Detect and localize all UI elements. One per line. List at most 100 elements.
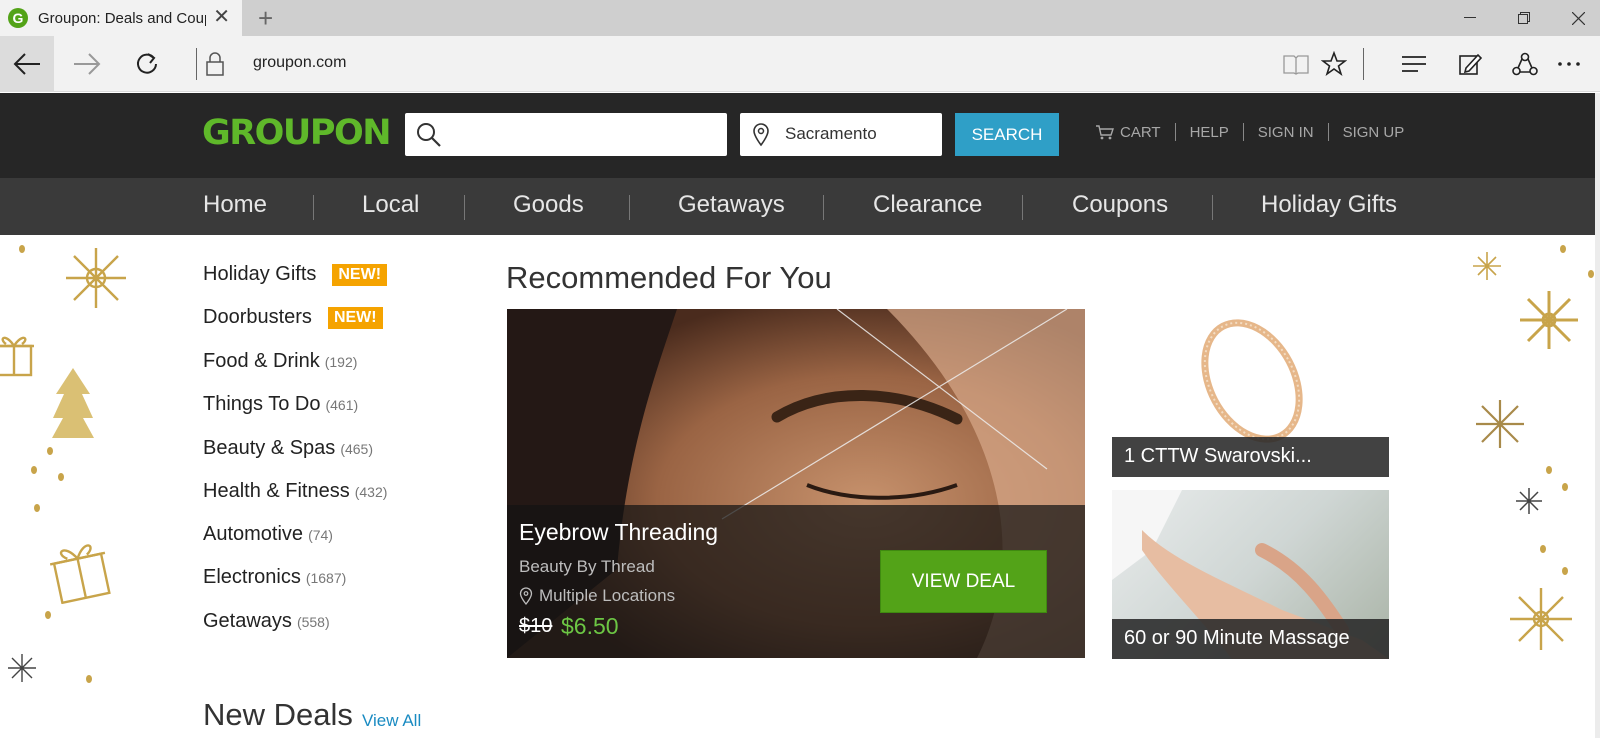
- browser-tab[interactable]: G Groupon: Deals and Coupons ✕: [0, 0, 242, 36]
- favorite-star-icon[interactable]: [1318, 48, 1350, 80]
- url-text[interactable]: groupon.com: [253, 54, 346, 72]
- cart-link[interactable]: CART: [1096, 124, 1161, 141]
- location-pin-icon: [753, 123, 769, 147]
- location-value: Sacramento: [785, 124, 877, 143]
- sidebar-item-label: Holiday Gifts: [203, 263, 317, 285]
- confetti-dot: [31, 466, 37, 474]
- close-window-icon[interactable]: [1550, 0, 1600, 36]
- snowflake-decoration-icon: [1510, 588, 1572, 650]
- sidebar-item-label: Automotive: [203, 523, 304, 545]
- sidebar-item-label: Health & Fitness: [203, 480, 350, 502]
- sidebar-item-getaways[interactable]: Getaways (558): [203, 610, 330, 633]
- cart-icon: [1096, 124, 1114, 139]
- location-input[interactable]: Sacramento: [740, 113, 942, 156]
- new-badge: NEW!: [327, 306, 383, 329]
- toolbar-separator: [1363, 48, 1364, 80]
- view-deal-button[interactable]: VIEW DEAL: [880, 550, 1047, 613]
- sidebar-item-label: Getaways: [203, 610, 292, 632]
- nav-separator: [1022, 195, 1023, 220]
- sidebar-item-count: (465): [340, 440, 373, 457]
- more-options-icon[interactable]: [1553, 48, 1585, 80]
- address-separator: [196, 48, 197, 80]
- confetti-dot: [86, 675, 92, 683]
- sidebar-item-label: Food & Drink: [203, 350, 320, 372]
- sidebar-item-electronics[interactable]: Electronics (1687): [203, 566, 346, 589]
- original-price: $10: [519, 615, 553, 637]
- nav-item-getaways[interactable]: Getaways: [678, 191, 785, 219]
- sidebar-item-count: (432): [354, 483, 388, 500]
- new-tab-icon[interactable]: +: [258, 3, 273, 34]
- confetti-dot: [19, 245, 25, 253]
- nav-separator: [629, 195, 630, 220]
- confetti-dot: [1562, 567, 1568, 575]
- cart-label: CART: [1120, 123, 1161, 141]
- snowflake-decoration-icon: [1476, 400, 1524, 448]
- sidebar-item-count: (1687): [305, 569, 347, 586]
- sidebar-item-count: (461): [325, 396, 359, 413]
- deal-location-label: Multiple Locations: [539, 586, 676, 605]
- nav-separator: [313, 195, 314, 220]
- search-button[interactable]: SEARCH: [955, 113, 1059, 156]
- side-deal-card-bracelet[interactable]: 1 CTTW Swarovski...: [1112, 309, 1389, 477]
- page-scrollbar[interactable]: [1595, 93, 1600, 738]
- deal-merchant: Beauty By Thread: [519, 557, 655, 576]
- sidebar-item-automotive[interactable]: Automotive (74): [203, 523, 333, 546]
- share-icon[interactable]: [1509, 48, 1541, 80]
- star-decoration-icon: [8, 654, 36, 682]
- sidebar-item-food-drink[interactable]: Food & Drink (192): [203, 350, 357, 373]
- hub-icon[interactable]: [1398, 48, 1430, 80]
- minimize-icon[interactable]: [1442, 0, 1498, 36]
- header-link-separator: [1327, 123, 1329, 141]
- sidebar-item-holiday-gifts[interactable]: Holiday Gifts NEW!: [203, 263, 388, 286]
- lock-icon: [206, 52, 224, 76]
- web-note-icon[interactable]: [1454, 48, 1486, 80]
- christmas-tree-decoration-icon: [52, 368, 94, 438]
- nav-separator: [823, 195, 824, 220]
- address-bar: groupon.com: [0, 36, 1600, 92]
- close-tab-icon[interactable]: ✕: [213, 7, 230, 27]
- sidebar-item-label: Electronics: [203, 566, 301, 588]
- confetti-dot: [1546, 466, 1552, 474]
- nav-item-coupons[interactable]: Coupons: [1072, 191, 1168, 219]
- sign-in-link[interactable]: SIGN IN: [1258, 124, 1314, 141]
- header-link-separator: [1174, 123, 1176, 141]
- deal-location: Multiple Locations: [519, 586, 675, 606]
- side-deal-caption: 60 or 90 Minute Massage: [1112, 619, 1389, 659]
- view-all-link[interactable]: View All: [362, 711, 421, 731]
- featured-deal-card[interactable]: Eyebrow Threading Beauty By Thread Multi…: [507, 309, 1085, 658]
- nav-separator: [1212, 195, 1213, 220]
- recommended-heading: Recommended For You: [506, 260, 832, 295]
- restore-icon[interactable]: [1496, 0, 1552, 36]
- search-input[interactable]: [405, 113, 727, 156]
- sign-up-link[interactable]: SIGN UP: [1343, 124, 1405, 141]
- nav-item-home[interactable]: Home: [203, 191, 267, 219]
- deal-info-overlay: Eyebrow Threading Beauty By Thread Multi…: [507, 505, 1085, 658]
- help-link[interactable]: HELP: [1190, 124, 1229, 141]
- nav-item-goods[interactable]: Goods: [513, 191, 584, 219]
- gift-box-decoration-icon: [50, 544, 111, 604]
- nav-item-clearance[interactable]: Clearance: [873, 191, 982, 219]
- search-icon: [417, 123, 441, 147]
- nav-item-local[interactable]: Local: [362, 191, 419, 219]
- category-nav: Home Local Goods Getaways Clearance Coup…: [0, 178, 1600, 235]
- nav-item-holiday-gifts[interactable]: Holiday Gifts: [1261, 191, 1397, 219]
- forward-button[interactable]: [60, 36, 114, 92]
- new-deals-heading: New Deals: [203, 697, 353, 732]
- confetti-dot: [34, 504, 40, 512]
- tab-title: Groupon: Deals and Coupons: [38, 9, 206, 27]
- star-decoration-icon: [1516, 488, 1542, 514]
- back-button[interactable]: [0, 36, 54, 92]
- sidebar-item-things-to-do[interactable]: Things To Do (461): [203, 393, 358, 416]
- sidebar-item-beauty-spas[interactable]: Beauty & Spas (465): [203, 437, 373, 460]
- side-deal-card-massage[interactable]: 60 or 90 Minute Massage: [1112, 490, 1389, 659]
- browser-tab-bar: G Groupon: Deals and Coupons ✕ +: [0, 0, 1600, 36]
- confetti-dot: [58, 473, 64, 481]
- groupon-logo[interactable]: GROUPON: [202, 113, 392, 153]
- sidebar-item-health-fitness[interactable]: Health & Fitness (432): [203, 480, 387, 503]
- sidebar-item-label: Things To Do: [203, 393, 321, 415]
- confetti-dot: [1562, 483, 1568, 491]
- refresh-button[interactable]: [120, 36, 174, 92]
- reading-view-icon[interactable]: [1280, 48, 1312, 80]
- deal-title[interactable]: Eyebrow Threading: [519, 519, 718, 546]
- sidebar-item-doorbusters[interactable]: Doorbusters NEW!: [203, 306, 383, 329]
